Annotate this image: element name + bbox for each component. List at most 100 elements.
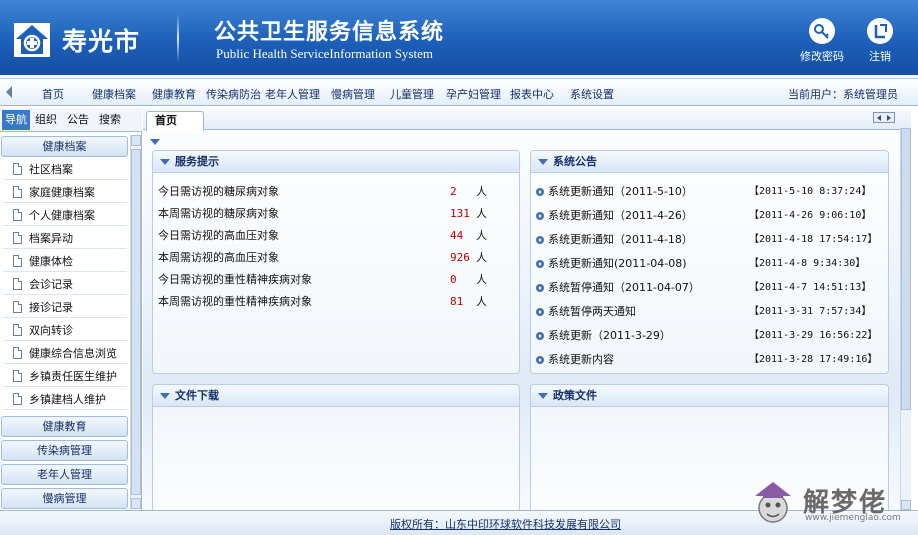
sidebar-scrollbar[interactable] [130, 135, 141, 509]
sidebar-item-family-records[interactable]: 家庭健康档案 [3, 182, 127, 203]
nav-item-maternal[interactable]: 孕产妇管理 [446, 86, 501, 102]
bullet-arrow-icon [536, 332, 544, 340]
scroll-up-icon[interactable] [131, 135, 141, 146]
collapse-triangle-icon[interactable] [150, 139, 160, 145]
nav-item-reports[interactable]: 报表中心 [510, 86, 554, 102]
sidebar-item-town-filer[interactable]: 乡镇建档人维护 [3, 389, 127, 410]
tab-home[interactable]: 首页 [146, 111, 204, 131]
policy-files-title: 政策文件 [531, 385, 888, 407]
sidebar-item-town-doctor[interactable]: 乡镇责任医生维护 [3, 366, 127, 387]
nav-item-health-records[interactable]: 健康档案 [92, 86, 136, 102]
document-icon [13, 255, 22, 267]
sidebar-tab-announcements[interactable]: 公告 [64, 110, 92, 130]
bullet-arrow-icon [536, 212, 544, 220]
sidebar-item-personal-records[interactable]: 个人健康档案 [3, 205, 127, 226]
document-icon [13, 186, 22, 198]
sidebar-item-reception[interactable]: 接诊记录 [3, 297, 127, 318]
logout-button[interactable]: 注销 [850, 18, 910, 64]
file-download-panel: 文件下载 [152, 384, 520, 510]
notice-item[interactable]: 系统暂停两天通知 【2011-3-31 7:57:34】 [535, 300, 885, 324]
sidebar-tab-organization[interactable]: 组织 [32, 110, 60, 130]
sidebar: 导航 组织 公告 搜索 健康档案 社区档案 家庭健康档案 个人健康档案 档案异动… [0, 108, 142, 510]
document-icon [13, 163, 22, 175]
sidebar-section-chronic-disease[interactable]: 慢病管理 [1, 488, 128, 509]
bullet-arrow-icon [536, 284, 544, 292]
sidebar-item-label: 档案异动 [29, 232, 73, 245]
sidebar-section-elderly[interactable]: 老年人管理 [1, 464, 128, 485]
sidebar-item-record-changes[interactable]: 档案异动 [3, 228, 127, 249]
current-user: 当前用户：系统管理员 [788, 88, 898, 101]
watermark-mascot-icon [755, 482, 791, 523]
main-content: 首页 服务提示 今日需访视的糖尿病对象 2 人 本周需访视的糖尿病对象 131 人 今日… [143, 108, 911, 510]
list-item: 本周需访视的糖尿病对象 131 人 [158, 207, 487, 220]
sidebar-item-consultation[interactable]: 会诊记录 [3, 274, 127, 295]
notice-item[interactable]: 系统暂停通知（2011-04-07） 【2011-4-7 14:51:13】 [535, 276, 885, 300]
change-password-label: 修改密码 [800, 50, 844, 63]
main-nav: 首页 健康档案 健康教育 传染病防治 老年人管理 慢病管理 儿童管理 孕产妇管理… [0, 78, 918, 106]
notice-item[interactable]: 系统更新（2011-3-29） 【2011-3-29 16:56:22】 [535, 324, 885, 348]
list-item: 今日需访视的重性精神疾病对象 0 人 [158, 273, 487, 286]
nav-item-chronic-disease[interactable]: 慢病管理 [331, 86, 375, 102]
city-name: 寿光市 [62, 27, 141, 56]
nav-item-settings[interactable]: 系统设置 [570, 86, 614, 102]
sidebar-item-community-records[interactable]: 社区档案 [3, 159, 127, 180]
sidebar-section-infectious-disease[interactable]: 传染病管理 [1, 440, 128, 461]
sidebar-item-label: 个人健康档案 [29, 209, 95, 222]
service-tips-title: 服务提示 [153, 151, 519, 173]
sidebar-tab-navigation[interactable]: 导航 [2, 110, 30, 130]
scrollbar-thumb[interactable] [901, 128, 911, 410]
nav-item-health-education[interactable]: 健康教育 [152, 86, 196, 102]
watermark: 解梦佬 www.jiemenglao.com [747, 478, 917, 528]
copyright-link[interactable]: 版权所有：山东中印环球软件科技发展有限公司 [390, 516, 621, 532]
bullet-arrow-icon [536, 188, 544, 196]
content-scrollbar[interactable] [900, 128, 911, 510]
system-title-en: Public Health ServiceInformation System [216, 46, 433, 61]
sidebar-item-referral[interactable]: 双向转诊 [3, 320, 127, 341]
app-header: 寿光市 公共卫生服务信息系统 Public Health ServiceInfo… [0, 0, 918, 75]
document-icon [13, 393, 22, 405]
watermark-url: www.jiemenglao.com [805, 513, 901, 523]
sidebar-item-label: 会诊记录 [29, 278, 73, 291]
notice-item[interactable]: 系统更新通知（2011-4-18） 【2011-4-18 17:54:17】 [535, 228, 885, 252]
logout-label: 注销 [869, 50, 891, 63]
document-icon [13, 370, 22, 382]
sidebar-item-label: 乡镇建档人维护 [29, 393, 106, 406]
document-icon [13, 324, 22, 336]
header-divider [177, 14, 179, 62]
system-notice-panel: 系统公告 系统更新通知（2011-5-10） 【2011-5-10 8:37:24… [530, 150, 889, 374]
logout-icon [867, 18, 893, 44]
change-password-button[interactable]: 修改密码 [792, 18, 852, 64]
sidebar-tabs: 导航 组织 公告 搜索 [0, 108, 142, 132]
file-download-title: 文件下载 [153, 385, 519, 407]
nav-item-infectious-disease[interactable]: 传染病防治 [206, 86, 261, 102]
bullet-arrow-icon [536, 308, 544, 316]
sidebar-item-health-checkup[interactable]: 健康体检 [3, 251, 127, 272]
notice-item[interactable]: 系统更新通知(2011-04-08) 【2011-4-8 9:34:30】 [535, 252, 885, 276]
sidebar-item-label: 双向转诊 [29, 324, 73, 337]
notice-item[interactable]: 系统更新通知（2011-4-26） 【2011-4-26 9:06:10】 [535, 204, 885, 228]
sidebar-item-health-overview[interactable]: 健康综合信息浏览 [3, 343, 127, 364]
bullet-arrow-icon [536, 356, 544, 364]
sidebar-item-label: 健康综合信息浏览 [29, 347, 117, 360]
sidebar-section-health-education[interactable]: 健康教育 [1, 416, 128, 437]
nav-item-home[interactable]: 首页 [42, 86, 64, 102]
sidebar-tab-search[interactable]: 搜索 [96, 110, 124, 130]
document-icon [13, 278, 22, 290]
nav-item-children[interactable]: 儿童管理 [390, 86, 434, 102]
list-item: 本周需访视的重性精神疾病对象 81 人 [158, 295, 487, 308]
scrollbar-thumb[interactable] [131, 149, 141, 495]
key-icon [809, 18, 835, 44]
sidebar-section-health-records[interactable]: 健康档案 [1, 136, 128, 157]
nav-collapse-arrow-icon[interactable] [6, 86, 12, 98]
logo-icon [14, 23, 50, 57]
scroll-down-icon[interactable] [131, 498, 141, 509]
notice-item[interactable]: 系统更新内容 【2011-3-28 17:49:16】 [535, 348, 885, 372]
bullet-arrow-icon [536, 236, 544, 244]
document-icon [13, 209, 22, 221]
sidebar-item-label: 健康体检 [29, 255, 73, 268]
tab-scroll-arrows-icon[interactable] [873, 112, 895, 123]
notice-item[interactable]: 系统更新通知（2011-5-10） 【2011-5-10 8:37:24】 [535, 180, 885, 204]
sidebar-item-label: 家庭健康档案 [29, 186, 95, 199]
system-notice-title: 系统公告 [531, 151, 888, 173]
nav-item-elderly[interactable]: 老年人管理 [265, 86, 320, 102]
